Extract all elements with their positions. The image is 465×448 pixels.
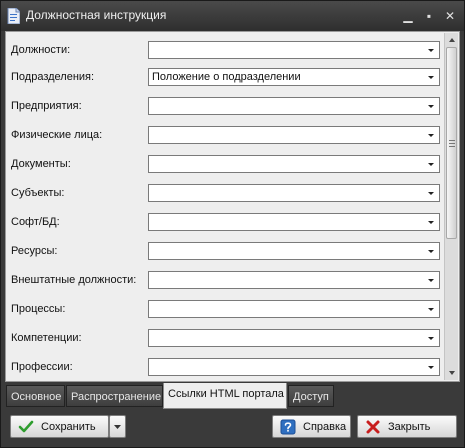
document-icon: [7, 8, 20, 24]
save-button[interactable]: Сохранить: [10, 415, 109, 438]
vneshtatnye-dolzhnosti-combobox[interactable]: [148, 271, 440, 289]
protsessy-combobox[interactable]: [148, 300, 440, 318]
chevron-down-icon: [114, 425, 121, 429]
row-podrazdeleniya: Подразделения: Положение о подразделении: [11, 68, 440, 86]
dropdown-arrow-icon[interactable]: [427, 217, 435, 227]
red-x-icon: [366, 420, 380, 434]
form-panel: Должности: Подразделения: Положение о по…: [5, 31, 460, 382]
field-label: Подразделения:: [11, 71, 95, 83]
row-fizicheskie-litsa: Физические лица:: [11, 126, 440, 144]
dropdown-arrow-icon[interactable]: [427, 188, 435, 198]
field-label: Компетенции:: [11, 332, 82, 344]
field-label: Должности:: [11, 44, 71, 56]
row-predpriyatiya: Предприятия:: [11, 97, 440, 115]
field-label: Профессии:: [11, 361, 73, 373]
dokumenty-combobox[interactable]: [148, 155, 440, 173]
close-button-label: Закрыть: [388, 421, 431, 433]
field-label: Процессы:: [11, 303, 66, 315]
fizicheskie-litsa-combobox[interactable]: [148, 126, 440, 144]
help-button[interactable]: Справка: [272, 415, 351, 438]
scrollbar-thumb[interactable]: [446, 47, 457, 239]
dropdown-arrow-icon[interactable]: [427, 130, 435, 140]
dropdown-arrow-icon[interactable]: [427, 159, 435, 169]
vertical-scrollbar[interactable]: [444, 33, 458, 380]
tab-bar: Основное Распространение Ссылки HTML пор…: [5, 383, 460, 409]
dropdown-arrow-icon[interactable]: [427, 333, 435, 343]
dolzhnosti-combobox[interactable]: [148, 41, 440, 59]
row-protsessy: Процессы:: [11, 300, 440, 318]
field-label: Ресурсы:: [11, 245, 58, 257]
scroll-down-arrow-icon[interactable]: [445, 366, 459, 380]
row-vneshtatnye-dolzhnosti: Внештатные должности:: [11, 271, 440, 289]
row-subekty: Субъекты:: [11, 184, 440, 202]
podrazdeleniya-combobox[interactable]: Положение о подразделении: [148, 68, 440, 86]
dropdown-arrow-icon[interactable]: [427, 246, 435, 256]
predpriyatiya-combobox[interactable]: [148, 97, 440, 115]
row-professii: Профессии:: [11, 358, 440, 376]
close-window-button[interactable]: ✕: [441, 7, 459, 25]
combo-value: Положение о подразделении: [152, 71, 301, 83]
window-title: Должностная инструкция: [26, 8, 167, 22]
tab-osnovnoe[interactable]: Основное: [6, 385, 65, 407]
soft-bd-combobox[interactable]: [148, 213, 440, 231]
save-options-dropdown[interactable]: [109, 415, 126, 438]
row-dolzhnosti: Должности:: [11, 41, 440, 59]
dropdown-arrow-icon[interactable]: [427, 45, 435, 55]
save-button-label: Сохранить: [41, 421, 96, 433]
tab-rasprostranenie[interactable]: Распространение: [66, 385, 163, 407]
row-resursy: Ресурсы:: [11, 242, 440, 260]
dropdown-arrow-icon[interactable]: [427, 362, 435, 372]
scroll-up-arrow-icon[interactable]: [445, 33, 459, 47]
close-button[interactable]: Закрыть: [357, 415, 457, 438]
dropdown-arrow-icon[interactable]: [427, 101, 435, 111]
field-label: Документы:: [11, 158, 71, 170]
dropdown-arrow-icon[interactable]: [427, 304, 435, 314]
professii-combobox[interactable]: [148, 358, 440, 376]
grip-icon: [449, 140, 455, 147]
field-label: Субъекты:: [11, 187, 65, 199]
help-button-label: Справка: [303, 421, 347, 433]
field-label: Предприятия:: [11, 100, 82, 112]
checkmark-icon: [18, 420, 34, 433]
field-label: Софт/БД:: [11, 216, 60, 228]
subekty-combobox[interactable]: [148, 184, 440, 202]
field-label: Внештатные должности:: [11, 274, 137, 286]
help-icon: [280, 419, 296, 435]
field-label: Физические лица:: [11, 129, 103, 141]
dropdown-arrow-icon[interactable]: [427, 275, 435, 285]
minimize-button[interactable]: ▁: [399, 7, 417, 25]
title-bar[interactable]: Должностная инструкция ▁ ▪ ✕: [1, 1, 464, 31]
row-kompetentsii: Компетенции:: [11, 329, 440, 347]
kompetentsii-combobox[interactable]: [148, 329, 440, 347]
maximize-button[interactable]: ▪: [420, 7, 438, 25]
tab-dostup[interactable]: Доступ: [288, 385, 334, 407]
row-soft-bd: Софт/БД:: [11, 213, 440, 231]
resursy-combobox[interactable]: [148, 242, 440, 260]
tab-ssylki-html-portala[interactable]: Ссылки HTML портала: [163, 383, 287, 409]
dropdown-arrow-icon[interactable]: [427, 72, 435, 82]
dialog-window: Должностная инструкция ▁ ▪ ✕ Должности: …: [0, 0, 465, 448]
row-dokumenty: Документы:: [11, 155, 440, 173]
